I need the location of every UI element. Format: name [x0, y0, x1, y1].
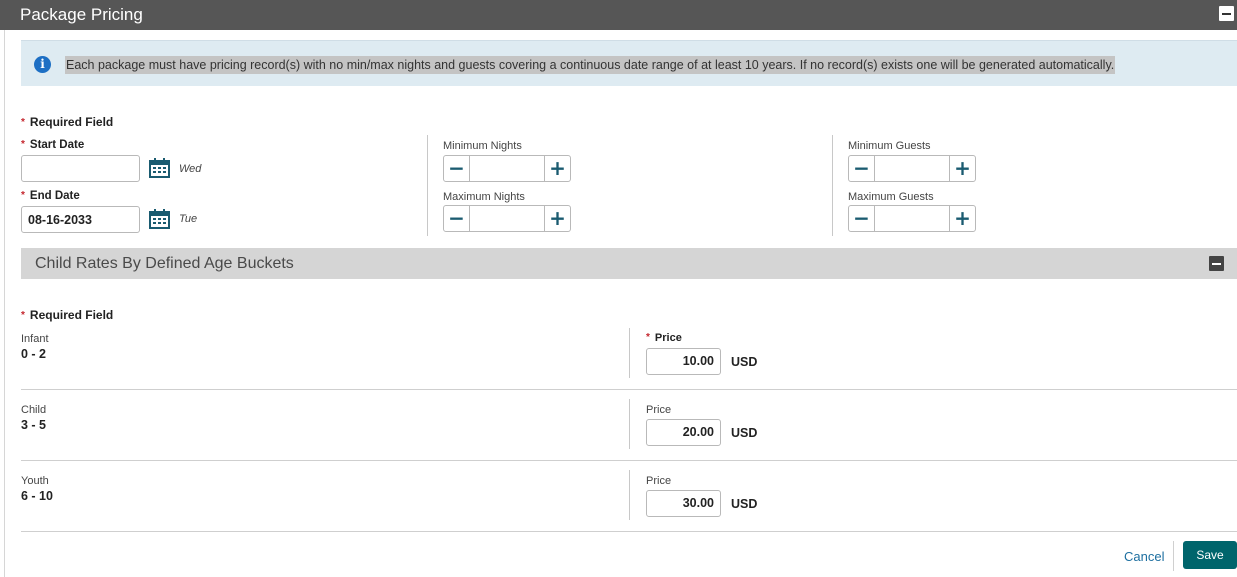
minimum-guests-label: Minimum Guests	[848, 140, 931, 152]
price-label: Price	[646, 404, 672, 416]
minus-icon[interactable]: −	[444, 206, 470, 231]
maximum-guests-label: Maximum Guests	[848, 191, 934, 203]
minus-icon[interactable]: −	[444, 156, 470, 181]
child-rates-section-header[interactable]: Child Rates By Defined Age Buckets	[21, 248, 1237, 279]
minimum-nights-input[interactable]	[471, 156, 543, 181]
plus-icon[interactable]: +	[544, 156, 570, 181]
required-asterisk: *	[21, 139, 25, 150]
panel-title: Package Pricing	[20, 5, 143, 24]
bucket-name: Child	[21, 404, 47, 416]
minus-icon[interactable]: −	[849, 156, 875, 181]
bucket-age-range: 0 - 2	[21, 347, 47, 361]
price-label: * Price	[646, 332, 682, 344]
required-field-note: * Required Field	[21, 115, 114, 129]
row-separator	[21, 389, 1237, 390]
maximum-nights-stepper: − +	[443, 205, 571, 232]
panel-title-bar: Package Pricing	[0, 0, 1237, 30]
row-column-divider	[629, 328, 630, 378]
child-rates-title: Child Rates By Defined Age Buckets	[35, 255, 294, 272]
info-banner: i Each package must have pricing record(…	[21, 40, 1237, 86]
start-date-input[interactable]	[21, 155, 140, 182]
price-label: Price	[646, 475, 672, 487]
column-divider	[427, 135, 428, 236]
required-asterisk: *	[21, 310, 25, 321]
end-date-input[interactable]	[21, 206, 140, 233]
child-price-input[interactable]: 20.00	[646, 419, 721, 446]
bucket-age-range: 6 - 10	[21, 489, 53, 503]
currency-code: USD	[731, 426, 758, 440]
required-asterisk: *	[646, 332, 650, 343]
end-date-label: * End Date	[21, 190, 80, 202]
start-date-label: * Start Date	[21, 139, 85, 151]
end-day-of-week: Tue	[179, 213, 198, 225]
column-divider	[832, 135, 833, 236]
minus-icon[interactable]: −	[849, 206, 875, 231]
youth-price-input[interactable]: 30.00	[646, 490, 721, 517]
maximum-nights-label: Maximum Nights	[443, 191, 525, 203]
minimum-nights-stepper: − +	[443, 155, 571, 182]
plus-icon[interactable]: +	[949, 206, 975, 231]
child-rates-required-note: * Required Field	[21, 308, 114, 322]
bucket-age-range: 3 - 5	[21, 418, 47, 432]
minimum-guests-input[interactable]	[876, 156, 948, 181]
panel-left-border	[4, 30, 5, 577]
row-column-divider	[629, 399, 630, 449]
minimum-guests-stepper: − +	[848, 155, 976, 182]
calendar-icon[interactable]	[149, 158, 170, 178]
calendar-icon[interactable]	[149, 209, 170, 229]
required-asterisk: *	[21, 190, 25, 201]
row-separator	[21, 531, 1237, 532]
cancel-link[interactable]: Cancel	[1124, 549, 1164, 564]
maximum-guests-input[interactable]	[876, 206, 948, 231]
currency-code: USD	[731, 497, 758, 511]
footer-divider	[1173, 541, 1174, 571]
maximum-guests-stepper: − +	[848, 205, 976, 232]
row-column-divider	[629, 470, 630, 520]
infant-price-input[interactable]: 10.00	[646, 348, 721, 375]
bucket-name: Infant	[21, 333, 49, 345]
maximum-nights-input[interactable]	[471, 206, 543, 231]
required-asterisk: *	[21, 117, 25, 128]
info-message: Each package must have pricing record(s)…	[65, 56, 1116, 74]
info-icon: i	[34, 56, 51, 73]
plus-icon[interactable]: +	[949, 156, 975, 181]
collapse-section-icon[interactable]	[1209, 256, 1224, 271]
collapse-panel-icon[interactable]	[1219, 6, 1234, 21]
currency-code: USD	[731, 355, 758, 369]
row-separator	[21, 460, 1237, 461]
save-button[interactable]: Save	[1183, 541, 1237, 569]
bucket-name: Youth	[21, 475, 49, 487]
start-day-of-week: Wed	[179, 163, 202, 175]
plus-icon[interactable]: +	[544, 206, 570, 231]
minimum-nights-label: Minimum Nights	[443, 140, 522, 152]
